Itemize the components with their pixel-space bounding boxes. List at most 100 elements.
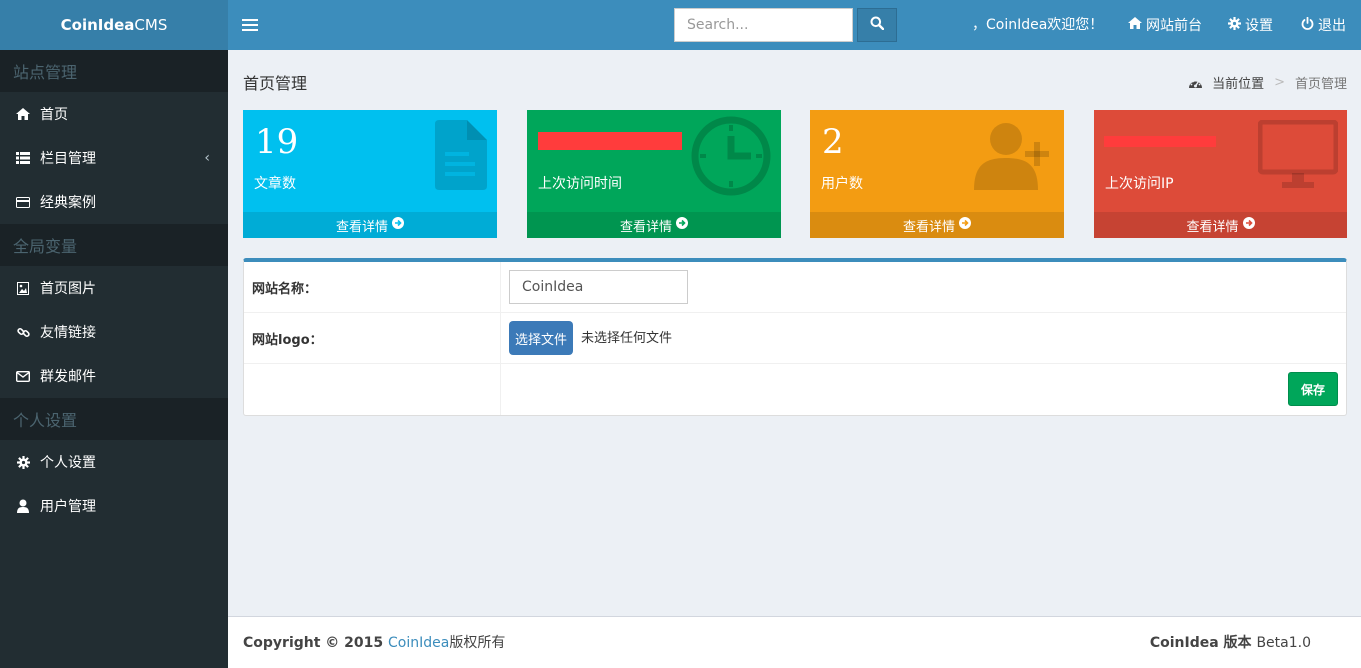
stat-value: 19 [255, 122, 299, 162]
page-title: 首页管理 [243, 74, 308, 93]
choose-file-button[interactable]: 选择文件 [509, 321, 574, 355]
version-info: CoinIdea 版本 Beta1.0 [1150, 617, 1311, 668]
settings-form-panel: 网站名称： 网站logo： 选择文件 未选择任何文件 保存 [243, 258, 1347, 416]
sidebar-item-columns[interactable]: 栏目管理 ‹ [0, 136, 228, 180]
stat-value: 2 [822, 122, 844, 162]
stat-more-link[interactable]: 查看详情 [527, 212, 781, 238]
brand-bold: CoinIdea [60, 16, 135, 34]
stat-label: 文章数 [254, 176, 296, 192]
link-icon [16, 325, 30, 339]
document-icon [435, 120, 487, 194]
sidebar-item-label: 友情链接 [40, 325, 96, 341]
stat-more-label: 查看详情 [619, 219, 672, 235]
sidebar-item-links[interactable]: 友情链接 [0, 310, 228, 354]
logout-label: 退出 [1318, 18, 1346, 34]
home-icon [1128, 17, 1146, 33]
stat-box-last-visit-ip: 上次访问IP 查看详情 [1094, 110, 1347, 238]
envelope-icon [16, 369, 30, 383]
gear-icon [16, 455, 30, 469]
stat-more-label: 查看详情 [902, 219, 955, 235]
welcome-text: ，CoinIdea欢迎您！ [972, 17, 1104, 33]
frontend-label: 网站前台 [1146, 18, 1202, 34]
breadcrumb-current: 首页管理 [1294, 77, 1347, 92]
settings-link[interactable]: 设置 [1228, 0, 1273, 50]
arrow-circle-right-icon [388, 217, 404, 233]
copyright-prefix: Copyright © 2015 [243, 635, 389, 651]
copyright-suffix: 版权所有 [449, 635, 506, 651]
clock-icon [691, 116, 771, 200]
top-navbar: ，CoinIdea欢迎您！ 网站前台 设置 退出 [228, 0, 1361, 50]
stat-label: 上次访问时间 [538, 176, 622, 192]
version-value: Beta1.0 [1256, 635, 1311, 651]
site-logo-label: 网站logo： [244, 313, 501, 363]
section-header-personal: 个人设置 [0, 398, 228, 440]
stat-more-label: 查看详情 [1186, 219, 1239, 235]
sidebar-item-label: 首页 [40, 107, 68, 123]
sidebar-item-users[interactable]: 用户管理 [0, 484, 228, 528]
sidebar-item-cases[interactable]: 经典案例 [0, 180, 228, 224]
version-name: CoinIdea [1149, 635, 1219, 651]
credit-card-icon [16, 195, 30, 209]
stat-value-redacted [1104, 136, 1216, 147]
stat-value-redacted [538, 132, 682, 150]
home-icon [16, 107, 30, 121]
empty-label-cell [244, 364, 501, 415]
sidebar-item-label: 用户管理 [40, 499, 96, 515]
stat-more-label: 查看详情 [335, 219, 388, 235]
arrow-circle-right-icon [672, 217, 688, 233]
search-input[interactable] [674, 8, 853, 42]
logout-link[interactable]: 退出 [1301, 0, 1346, 50]
breadcrumb: 当前位置 > 首页管理 [1188, 73, 1347, 92]
hamburger-menu-icon[interactable] [242, 15, 258, 35]
arrow-circle-right-icon [1239, 217, 1255, 233]
page-footer: Copyright © 2015 CoinIdea版权所有 CoinIdea 版… [228, 616, 1361, 668]
gear-icon [1228, 16, 1245, 34]
version-label: 版本 [1218, 635, 1257, 651]
dashboard-icon [1188, 77, 1203, 89]
breadcrumb-separator: > [1274, 75, 1285, 90]
arrow-circle-right-icon [955, 217, 971, 233]
frontend-link[interactable]: 网站前台 [1128, 0, 1202, 50]
stat-box-last-visit-time: 上次访问时间 查看详情 [527, 110, 781, 238]
list-icon [16, 151, 30, 165]
sidebar: CoinIdea CMS 站点管理 首页 栏目管理 ‹ 经典案例 全局变量 首页图… [0, 0, 228, 668]
stat-box-users: 2 用户数 查看详情 [810, 110, 1064, 238]
stat-label: 上次访问IP [1105, 176, 1174, 192]
file-status-text: 未选择任何文件 [581, 331, 673, 346]
sidebar-item-personal-settings[interactable]: 个人设置 [0, 440, 228, 484]
settings-label: 设置 [1245, 18, 1273, 34]
sidebar-item-label: 个人设置 [40, 455, 96, 471]
copyright-link[interactable]: CoinIdea [388, 635, 449, 651]
app-logo[interactable]: CoinIdea CMS [0, 0, 228, 50]
user-add-icon [974, 122, 1056, 194]
sidebar-item-home[interactable]: 首页 [0, 92, 228, 136]
user-icon [16, 499, 30, 513]
stat-more-link[interactable]: 查看详情 [1094, 212, 1347, 238]
stat-box-articles: 19 文章数 查看详情 [243, 110, 497, 238]
monitor-icon [1257, 119, 1339, 194]
save-button[interactable]: 保存 [1288, 372, 1338, 406]
form-row-actions: 保存 [244, 364, 1346, 415]
sidebar-item-label: 首页图片 [40, 281, 96, 297]
image-icon [16, 281, 30, 295]
chevron-left-icon: ‹ [204, 150, 210, 166]
sidebar-item-label: 栏目管理 [40, 151, 96, 167]
form-row-site-name: 网站名称： [244, 262, 1346, 313]
sidebar-item-label: 群发邮件 [40, 369, 96, 385]
sidebar-item-home-images[interactable]: 首页图片 [0, 266, 228, 310]
site-name-label: 网站名称： [244, 262, 501, 312]
stat-more-link[interactable]: 查看详情 [243, 212, 497, 238]
copyright: Copyright © 2015 CoinIdea版权所有 [243, 617, 505, 668]
form-row-logo: 网站logo： 选择文件 未选择任何文件 [244, 313, 1346, 364]
stat-more-link[interactable]: 查看详情 [810, 212, 1064, 238]
search-button[interactable] [857, 8, 897, 42]
sidebar-item-label: 经典案例 [40, 195, 96, 211]
stat-label: 用户数 [821, 176, 863, 192]
breadcrumb-location-label[interactable]: 当前位置 [1212, 73, 1264, 92]
brand-rest: CMS [134, 16, 168, 34]
search-icon [870, 16, 885, 34]
site-name-input[interactable] [509, 270, 688, 304]
sidebar-item-mail[interactable]: 群发邮件 [0, 354, 228, 398]
section-header-site: 站点管理 [0, 50, 228, 92]
power-icon [1301, 16, 1318, 34]
